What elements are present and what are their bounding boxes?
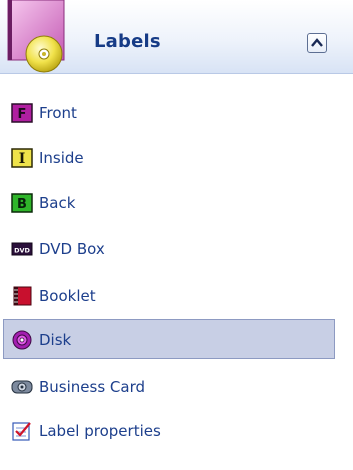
item-label: Inside [39, 149, 84, 167]
collapse-button[interactable] [307, 33, 327, 53]
inside-icon: I [11, 148, 33, 168]
chevron-up-icon [311, 38, 323, 47]
list-item-business-card[interactable]: Business Card [3, 366, 335, 406]
back-icon: B [11, 193, 33, 213]
list-item-booklet[interactable]: Booklet [3, 275, 335, 315]
item-label: Back [39, 194, 76, 212]
svg-text:I: I [19, 151, 26, 167]
list-item-front[interactable]: F Front [3, 92, 335, 132]
list-item-dvd-box[interactable]: DVD DVD Box [3, 228, 335, 268]
svg-text:B: B [17, 197, 27, 212]
list-item-label-properties[interactable]: Label properties [3, 410, 335, 450]
booklet-icon [11, 286, 33, 306]
business-card-icon [11, 377, 33, 397]
disc-folder-icon [6, 0, 74, 74]
list-item-back[interactable]: B Back [3, 182, 335, 222]
item-label: Front [39, 104, 77, 122]
panel-title: Labels [94, 31, 161, 52]
item-label: Booklet [39, 287, 96, 305]
labels-list: F Front I Inside B Back DVD DVD Box Book… [0, 74, 353, 470]
list-item-disk[interactable]: Disk [3, 319, 335, 359]
item-label: Disk [39, 331, 72, 349]
item-label: Label properties [39, 422, 161, 440]
disk-icon [11, 330, 33, 350]
svg-text:F: F [18, 107, 27, 122]
item-label: Business Card [39, 378, 146, 396]
front-icon: F [11, 103, 33, 123]
svg-text:DVD: DVD [14, 247, 30, 255]
label-properties-icon [11, 421, 33, 441]
item-label: DVD Box [39, 240, 105, 258]
dvd-box-icon: DVD [11, 239, 33, 259]
labels-panel-header[interactable]: Labels [0, 0, 353, 74]
list-item-inside[interactable]: I Inside [3, 137, 335, 177]
